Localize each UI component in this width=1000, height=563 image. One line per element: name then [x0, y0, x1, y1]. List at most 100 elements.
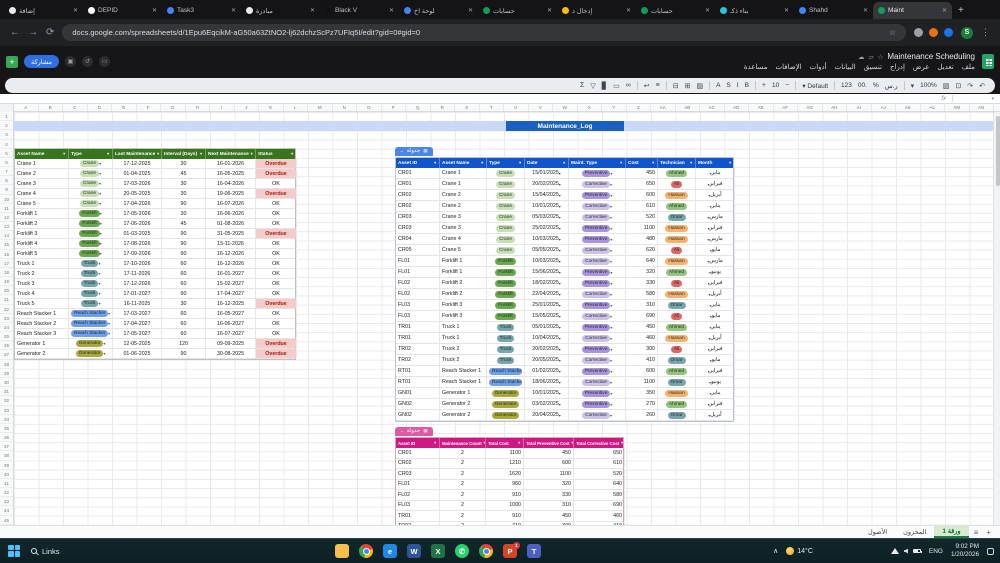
- tab-close-icon[interactable]: ✕: [863, 7, 868, 14]
- table-row[interactable]: CR03 2 1620 1100 520: [396, 469, 623, 480]
- column-header[interactable]: AE: [749, 104, 774, 111]
- table-row[interactable]: Crane 2 Crane▾ 01-04-2025 45 16-05-2025 …: [15, 169, 295, 179]
- column-header[interactable]: I: [210, 104, 235, 111]
- browser-tab[interactable]: Task3 ✕: [162, 2, 241, 19]
- tab-close-icon[interactable]: ✕: [73, 7, 78, 14]
- extension-icon[interactable]: [929, 28, 938, 37]
- col-status[interactable]: Status▼: [256, 149, 297, 159]
- row-header[interactable]: 41: [0, 479, 13, 488]
- column-header[interactable]: AA: [651, 104, 676, 111]
- row-header[interactable]: 33: [0, 406, 13, 415]
- row-header[interactable]: 7: [0, 167, 13, 176]
- forward-icon[interactable]: →: [28, 27, 38, 38]
- browser-tab[interactable]: إضافة ✕: [4, 2, 83, 19]
- table-row[interactable]: TR02 2 710 300 410: [396, 522, 623, 526]
- column-header[interactable]: R: [431, 104, 456, 111]
- col-maintenance-count[interactable]: Maintenance Count▼: [440, 438, 486, 448]
- table-row[interactable]: CR02 2 1210 600 610: [396, 459, 623, 470]
- table-name-chip[interactable]: ▦جدولة⌄: [395, 427, 433, 436]
- taskbar-app-icon[interactable]: ✆: [455, 544, 469, 558]
- tab-close-icon[interactable]: ✕: [152, 7, 157, 14]
- row-header[interactable]: 14: [0, 231, 13, 240]
- menu-item[interactable]: أدوات: [810, 63, 827, 71]
- row-header[interactable]: 34: [0, 415, 13, 424]
- clock[interactable]: 9:02 PM 1/20/2026: [951, 543, 979, 559]
- column-header[interactable]: C: [63, 104, 88, 111]
- table-row[interactable]: Generator 2 Generator▾ 01-06-2025 90 30-…: [15, 349, 295, 359]
- notification-center-icon[interactable]: [987, 548, 994, 555]
- number-format-icon[interactable]: 123: [841, 82, 852, 89]
- table-row[interactable]: CR03 Crane 3 Crane 05/03/2025▾ Correctiv…: [396, 212, 733, 223]
- tab-close-icon[interactable]: ✕: [231, 7, 236, 14]
- doc-title[interactable]: Maintenance Scheduling: [887, 52, 975, 61]
- column-header[interactable]: Q: [406, 104, 431, 111]
- tab-close-icon[interactable]: ✕: [547, 7, 552, 14]
- column-header[interactable]: L: [284, 104, 309, 111]
- column-header[interactable]: O: [357, 104, 382, 111]
- table-row[interactable]: CR04 Crane 4 Crane 10/03/2025▾ Preventiv…: [396, 234, 733, 245]
- table-row[interactable]: Crane 4 Crane▾ 20-05-2025 30 19-06-2025 …: [15, 189, 295, 199]
- comment-history-icon[interactable]: ▭: [99, 56, 110, 67]
- volume-icon[interactable]: [904, 549, 908, 554]
- taskbar-app-icon[interactable]: [335, 544, 349, 558]
- row-header[interactable]: 44: [0, 506, 13, 515]
- start-button[interactable]: [8, 545, 21, 558]
- paint-format-icon[interactable]: ▧: [943, 82, 950, 90]
- row-header[interactable]: 20: [0, 286, 13, 295]
- row-header[interactable]: 10: [0, 195, 13, 204]
- table-row[interactable]: FL01 2 960 320 640: [396, 480, 623, 491]
- toolbar-item[interactable]: [709, 81, 710, 90]
- tab-close-icon[interactable]: ✕: [784, 7, 789, 14]
- toolbar-item[interactable]: [904, 81, 905, 90]
- col-asset-id[interactable]: Asset ID▼: [396, 438, 440, 448]
- table-row[interactable]: TR02 Truck 2 Truck 20/05/2025▾ Correctiv…: [396, 355, 733, 366]
- decimal-format-icon[interactable]: .00: [858, 82, 867, 89]
- browser-tab[interactable]: بناء ذكـ ✕: [715, 2, 794, 19]
- column-header[interactable]: B: [39, 104, 64, 111]
- taskbar-app-icon[interactable]: e: [383, 544, 397, 558]
- table-row[interactable]: Reach Stacker 2 Reach Stacker▾ 17-04-202…: [15, 319, 295, 329]
- row-header[interactable]: 28: [0, 360, 13, 369]
- insert-chart-icon[interactable]: ▊: [602, 82, 607, 90]
- tab-close-icon[interactable]: ✕: [705, 7, 710, 14]
- extension-icon[interactable]: [944, 28, 953, 37]
- column-header[interactable]: AL: [921, 104, 946, 111]
- font-select[interactable]: Default ▾: [802, 82, 828, 90]
- table-row[interactable]: FL03 Forklift 3 Forklift 25/01/2025▾ Pre…: [396, 300, 733, 311]
- table-row[interactable]: GN02 Generator 2 Generator 03/02/2025▾ P…: [396, 399, 733, 410]
- table-row[interactable]: CR02 Crane 2 Crane 15/04/2025▾ Preventiv…: [396, 190, 733, 201]
- table-row[interactable]: Forklift 2 Forklift▾ 17-06-2026 45 01-08…: [15, 219, 295, 229]
- row-header[interactable]: 45: [0, 516, 13, 525]
- row-header[interactable]: 40: [0, 470, 13, 479]
- wrap-text-icon[interactable]: ↩: [644, 82, 650, 90]
- row-header[interactable]: 2: [0, 121, 13, 130]
- table-name-chip[interactable]: ▦جدولة⌄: [395, 147, 433, 156]
- url-bar[interactable]: docs.google.com/spreadsheets/d/1Epu6Eqci…: [62, 24, 906, 41]
- col-cost[interactable]: Cost▼: [626, 158, 658, 168]
- col-date[interactable]: Date▼: [525, 158, 569, 168]
- col-total-corrective-cost[interactable]: Total Corrective Cost▼: [574, 438, 625, 448]
- column-header[interactable]: G: [161, 104, 186, 111]
- table-row[interactable]: TR01 Truck 1 Truck 05/01/2025▾ Preventiv…: [396, 322, 733, 333]
- back-icon[interactable]: ←: [10, 27, 20, 38]
- col-asset-id[interactable]: Asset ID▼: [396, 158, 440, 168]
- taskbar-search[interactable]: Links: [31, 547, 60, 556]
- col-last-maintenance[interactable]: Last Maintenance▼: [113, 149, 162, 159]
- table-row[interactable]: RT01 Reach Stacker 1 Reach Stacker 01/02…: [396, 366, 733, 377]
- col-type[interactable]: Type▼: [69, 149, 113, 159]
- profile-avatar[interactable]: S: [961, 27, 973, 39]
- menu-item[interactable]: إدراج: [890, 63, 905, 71]
- zoom-caret-icon[interactable]: ▾: [911, 82, 915, 90]
- toolbar-item[interactable]: [834, 81, 835, 90]
- table-row[interactable]: CR01 Crane 1 Crane 15/01/2025▾ Preventiv…: [396, 168, 733, 179]
- row-header[interactable]: 43: [0, 497, 13, 506]
- zoom-select[interactable]: 100%: [920, 82, 937, 89]
- table-row[interactable]: CR02 Crane 2 Crane 10/01/2025▾ Correctiv…: [396, 201, 733, 212]
- table-row[interactable]: Forklift 4 Forklift▾ 17-08-2026 90 15-11…: [15, 239, 295, 249]
- row-header[interactable]: 39: [0, 461, 13, 470]
- table-row[interactable]: TR01 Truck 1 Truck 10/04/2025▾ Correctiv…: [396, 333, 733, 344]
- font-size-value[interactable]: 10: [772, 82, 779, 89]
- redo-icon[interactable]: ↷: [967, 82, 973, 90]
- column-header[interactable]: F: [137, 104, 162, 111]
- column-header[interactable]: H: [186, 104, 211, 111]
